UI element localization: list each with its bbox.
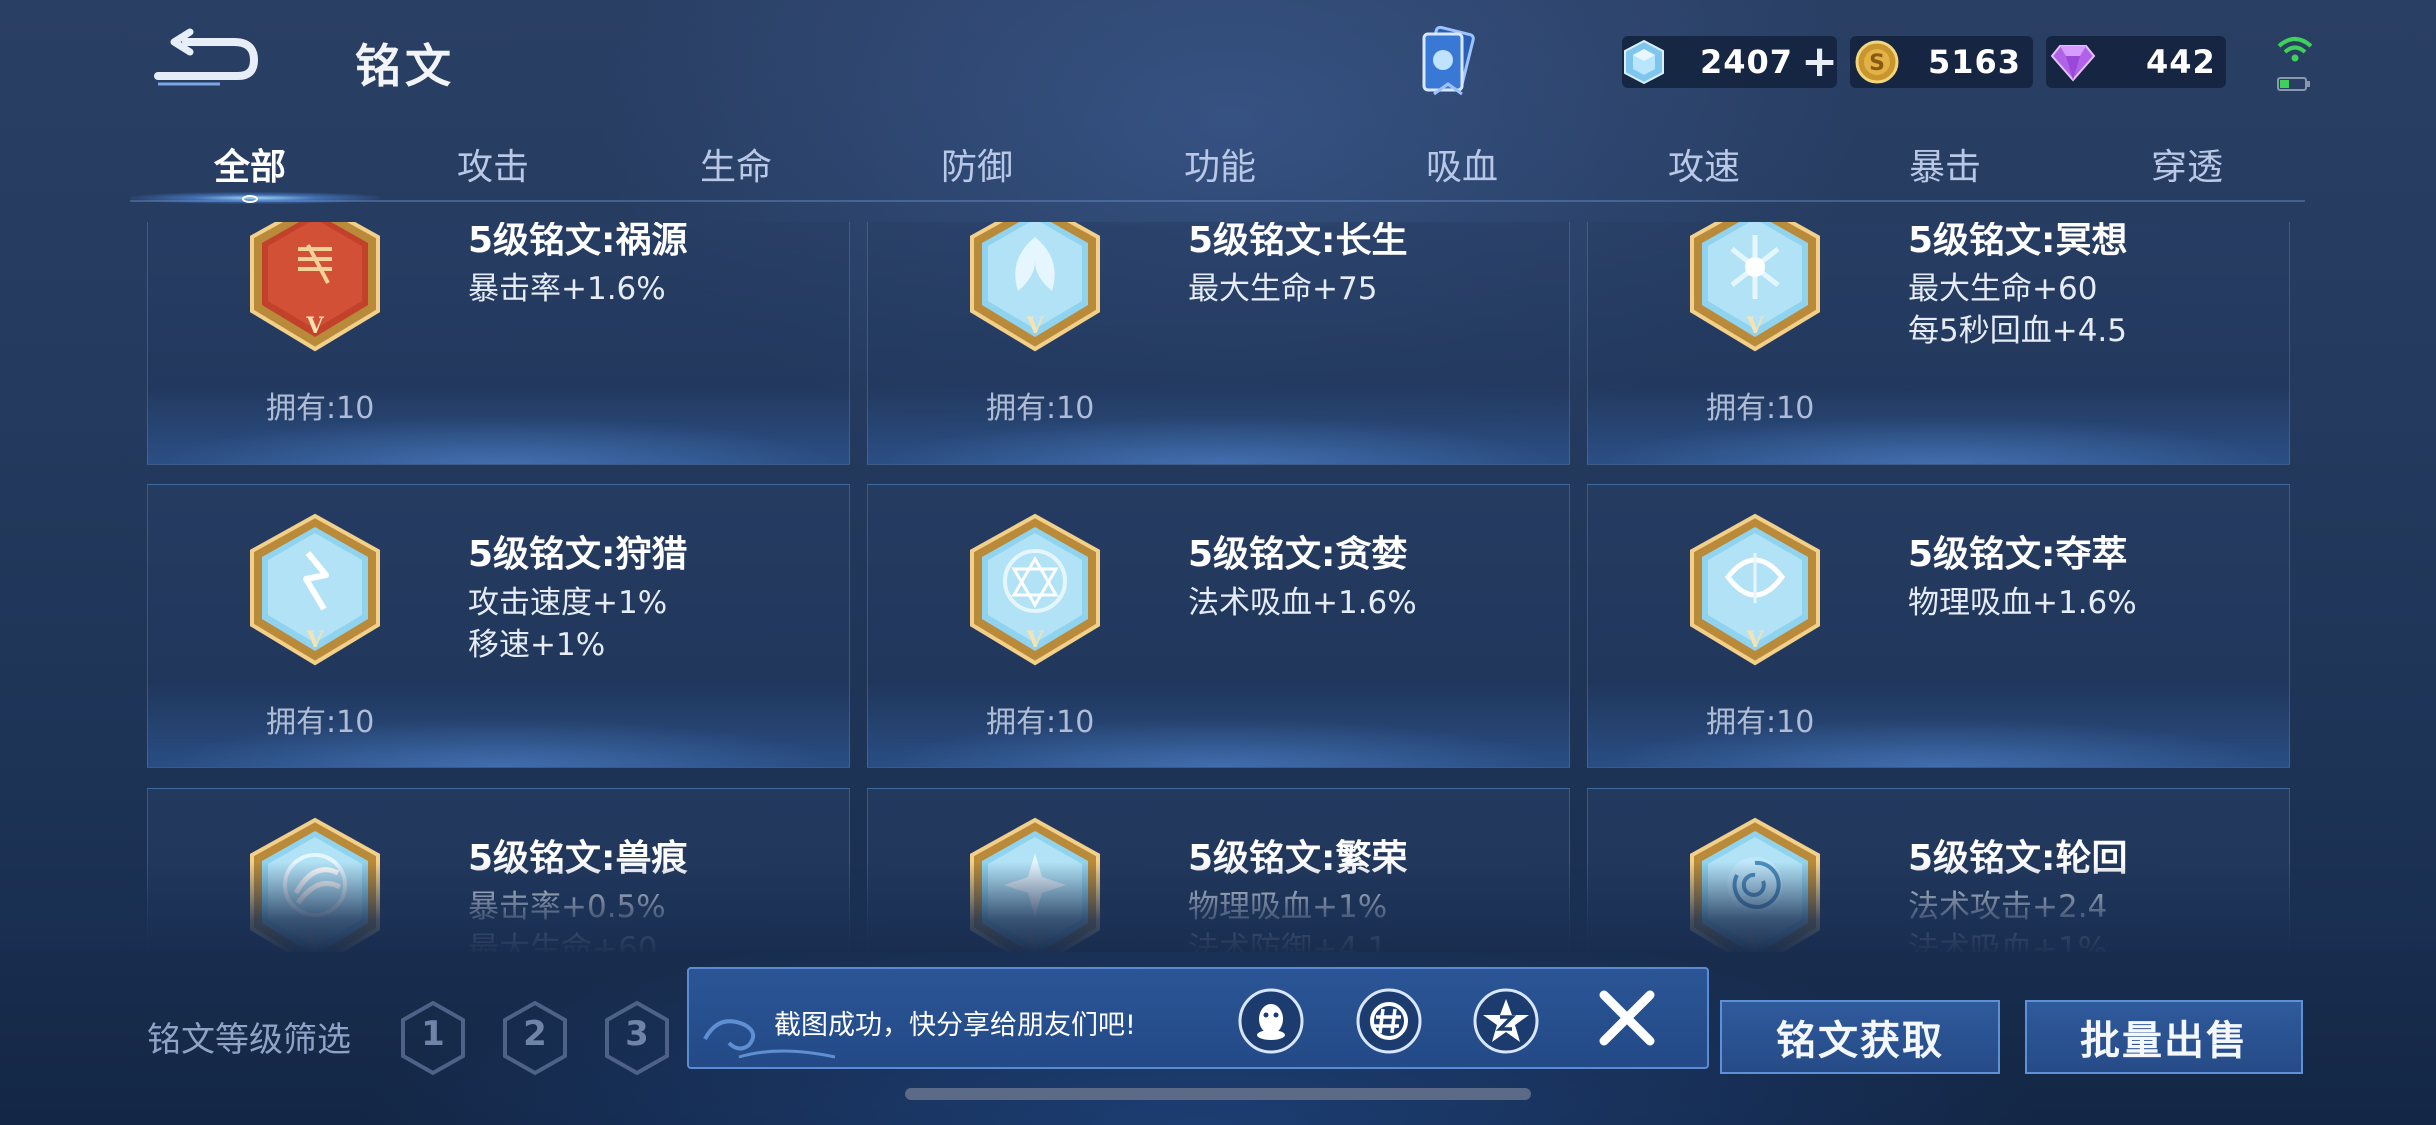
rune-badge-icon: V <box>248 222 382 354</box>
owned-count: 拥有:10 <box>266 705 375 740</box>
category-tabs: 全部 攻击 生命 防御 功能 吸血 攻速 暴击 穿透 <box>130 130 2305 202</box>
rune-card[interactable]: V 5级铭文:长生 最大生命+75 拥有:10 <box>867 222 1570 465</box>
owned-count: 拥有:10 <box>266 391 375 426</box>
svg-text:V: V <box>1025 627 1044 653</box>
rune-badge-icon: V <box>248 513 382 668</box>
svg-text:S: S <box>1869 51 1885 76</box>
rune-card[interactable]: V 5级铭文:狩猎攻击速度+1% 移速+1% 拥有:10 <box>147 484 850 768</box>
card-collection-icon[interactable] <box>1408 22 1488 102</box>
rune-badge-icon: V <box>968 513 1102 668</box>
svg-text:V: V <box>305 627 324 653</box>
tab-attack[interactable]: 攻击 <box>457 138 529 190</box>
list-fade <box>0 862 2436 952</box>
card-glow <box>148 707 849 767</box>
level-filter-label: 铭文等级筛选 <box>147 1020 351 1060</box>
rune-stat: 最大生命+60 <box>1908 271 2098 307</box>
rune-stat: 物理吸血+1.6% <box>1908 585 2137 621</box>
rune-stat: 暴击率+1.6% <box>468 271 666 307</box>
rune-name: 5级铭文:狩猎 <box>468 534 688 575</box>
tab-critical[interactable]: 暴击 <box>1909 138 1981 190</box>
svg-text:V: V <box>1025 313 1044 339</box>
add-crystal-button[interactable]: + <box>1801 40 1838 84</box>
rune-stat: 法术吸血+1.6% <box>1188 585 1417 621</box>
diamond-icon <box>2046 36 2100 88</box>
page-title: 铭文 <box>355 39 455 93</box>
rune-badge-icon: V <box>968 222 1102 354</box>
rune-stat: 移速+1% <box>468 627 606 663</box>
owned-count: 拥有:10 <box>986 705 1095 740</box>
tab-function[interactable]: 功能 <box>1184 138 1256 190</box>
rune-stat: 每5秒回血+4.5 <box>1908 313 2127 349</box>
rune-stat: 最大生命+75 <box>1188 271 1378 307</box>
bulk-sell-button[interactable]: 批量出售 <box>2025 1000 2303 1074</box>
card-glow <box>1588 404 2289 464</box>
rune-name: 5级铭文:贪婪 <box>1188 534 1408 575</box>
diamond-counter: 442 <box>2046 36 2226 88</box>
owned-count: 拥有:10 <box>1706 391 1815 426</box>
rune-name: 5级铭文:夺萃 <box>1908 534 2128 575</box>
home-indicator[interactable] <box>905 1088 1531 1100</box>
close-icon[interactable] <box>1594 985 1660 1051</box>
crystal-icon <box>1622 36 1666 88</box>
card-glow <box>868 707 1569 767</box>
rune-card[interactable]: V 5级铭文:夺萃物理吸血+1.6% 拥有:10 <box>1587 484 2290 768</box>
tab-attack-speed[interactable]: 攻速 <box>1668 138 1740 190</box>
rune-obtain-button[interactable]: 铭文获取 <box>1720 1000 2000 1074</box>
rune-badge-icon: V <box>1688 513 1822 668</box>
rune-name: 5级铭文:长生 <box>1188 222 1408 261</box>
svg-text:V: V <box>1745 313 1764 339</box>
tab-lifesteal[interactable]: 吸血 <box>1426 138 1498 190</box>
rune-name: 5级铭文:冥想 <box>1908 222 2128 261</box>
gold-counter: S 5163 <box>1850 36 2033 88</box>
rune-name: 5级铭文:祸源 <box>468 222 688 261</box>
gold-coin-icon: S <box>1850 36 1904 88</box>
toast-message: 截图成功，快分享给朋友们吧! <box>774 1010 1136 1041</box>
tab-health[interactable]: 生命 <box>700 138 772 190</box>
rune-badge-icon: V <box>1688 222 1822 354</box>
level-filter-1[interactable]: 1 <box>400 1000 466 1076</box>
rune-card[interactable]: V 5级铭文:冥想 最大生命+60 每5秒回血+4.5 拥有:10 <box>1587 222 2290 465</box>
back-icon[interactable] <box>150 28 260 88</box>
crystal-counter: 2407 + <box>1622 36 1838 88</box>
tab-penetration[interactable]: 穿透 <box>2151 138 2223 190</box>
card-glow <box>1588 707 2289 767</box>
level-filter-3[interactable]: 3 <box>604 1000 670 1076</box>
wechat-moments-icon[interactable] <box>1355 987 1423 1055</box>
svg-text:V: V <box>305 313 324 339</box>
owned-count: 拥有:10 <box>1706 705 1815 740</box>
card-glow <box>148 404 849 464</box>
card-glow <box>868 404 1569 464</box>
screenshot-share-toast: 截图成功，快分享给朋友们吧! <box>687 967 1709 1069</box>
wifi-signal-icon <box>2275 32 2315 94</box>
tab-all[interactable]: 全部 <box>214 138 286 190</box>
qzone-icon[interactable] <box>1472 987 1540 1055</box>
qq-icon[interactable] <box>1237 987 1305 1055</box>
rune-stat: 攻击速度+1% <box>468 585 668 621</box>
tab-defense[interactable]: 防御 <box>941 138 1013 190</box>
level-filter-2[interactable]: 2 <box>502 1000 568 1076</box>
rune-card[interactable]: V 5级铭文:贪婪法术吸血+1.6% 拥有:10 <box>867 484 1570 768</box>
svg-text:V: V <box>1745 627 1764 653</box>
owned-count: 拥有:10 <box>986 391 1095 426</box>
rune-card[interactable]: V 5级铭文:祸源 暴击率+1.6% 拥有:10 <box>147 222 850 465</box>
rune-grid: V 5级铭文:祸源 暴击率+1.6% 拥有:10 V 5级铭文:长生 最大生命+75 拥有:1… <box>0 222 2436 952</box>
